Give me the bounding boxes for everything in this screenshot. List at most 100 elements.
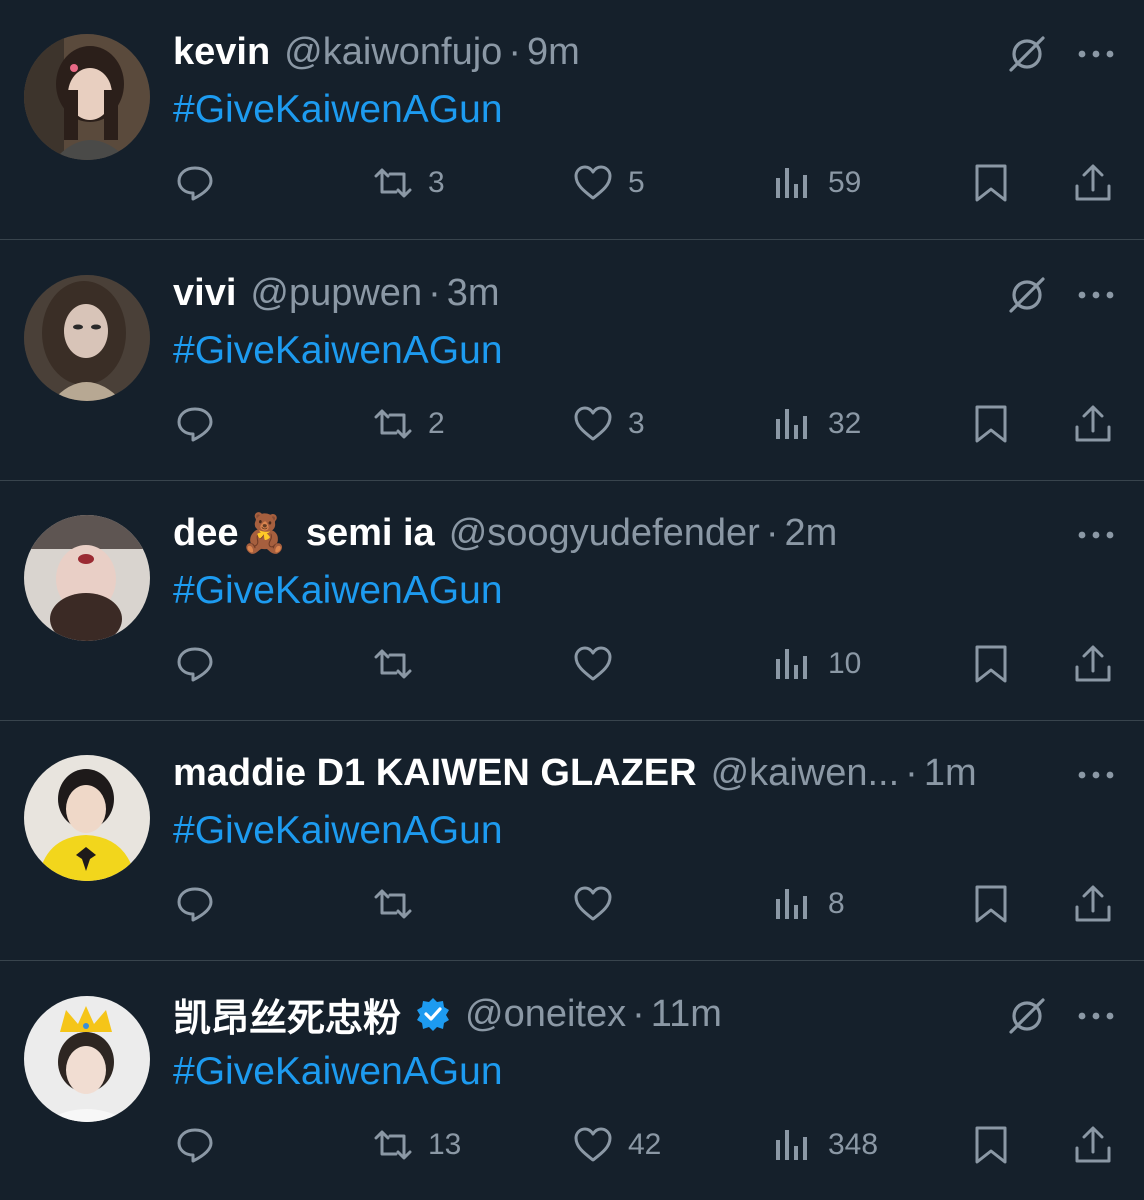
reply-button[interactable] [174,401,216,447]
bookmark-button[interactable] [970,881,1012,927]
tweet-text-hashtag[interactable]: #GiveKaiwenAGun [173,1050,503,1094]
mute-icon[interactable] [1006,274,1048,316]
timestamp[interactable]: 3m [447,272,500,315]
reply-button[interactable] [174,1122,216,1168]
avatar[interactable] [24,996,150,1122]
tweet-header: maddie D1 KAIWEN GLAZER @kaiwen... · 1m [173,751,977,795]
like-button[interactable]: 3 [572,401,645,447]
display-name-suffix[interactable]: semi ia [306,512,435,555]
reply-icon [177,166,213,201]
heart-icon [574,886,612,921]
like-button[interactable]: 5 [572,160,645,206]
avatar-image [24,755,150,881]
tweet-header: 凯昂丝死忠粉 @oneitex · 11m [173,992,722,1040]
user-handle[interactable]: @kaiwonfujo [284,31,502,74]
retweet-icon [374,889,412,919]
tweet-0[interactable]: kevin @kaiwonfujo · 9m #GiveKaiwenAGun 3… [0,0,1144,240]
view-count: 59 [828,166,862,199]
display-name[interactable]: vivi [173,272,236,315]
views-button[interactable]: 10 [772,641,861,687]
reply-button[interactable] [174,641,216,687]
reply-button[interactable] [174,160,216,206]
retweet-button[interactable] [372,881,428,927]
avatar-image [24,34,150,160]
bookmark-icon [975,1126,1007,1164]
like-button[interactable] [572,641,628,687]
analytics-icon [776,409,807,439]
display-name[interactable]: 凯昂丝死忠粉 [173,987,401,1042]
display-name[interactable]: dee [173,512,238,555]
retweet-count: 13 [428,1128,462,1161]
retweet-count: 3 [428,166,445,199]
reply-button[interactable] [174,881,216,927]
timestamp[interactable]: 11m [651,993,722,1036]
like-button[interactable]: 42 [572,1122,661,1168]
tweet-actions: 10 [0,641,1144,687]
tweet-1[interactable]: vivi @pupwen · 3m #GiveKaiwenAGun 2 3 32 [0,241,1144,481]
tweet-actions: 13 42 348 [0,1122,1144,1168]
avatar[interactable] [24,275,150,401]
user-handle[interactable]: @soogyudefender [449,512,760,555]
mute-icon[interactable] [1006,33,1048,75]
share-button[interactable] [1072,1122,1114,1168]
tweet-header: kevin @kaiwonfujo · 9m [173,30,580,74]
tweet-text-hashtag[interactable]: #GiveKaiwenAGun [173,809,503,853]
share-button[interactable] [1072,881,1114,927]
tweet-header: dee 🧸 semi ia @soogyudefender · 2m [173,511,837,555]
retweet-button[interactable] [372,641,428,687]
display-name[interactable]: kevin [173,31,270,74]
tweet-text-hashtag[interactable]: #GiveKaiwenAGun [173,88,503,132]
timestamp[interactable]: 9m [527,31,580,74]
user-handle[interactable]: @oneitex [465,993,626,1036]
retweet-icon [374,1130,412,1160]
mute-icon[interactable] [1006,995,1048,1037]
tweet-2[interactable]: dee 🧸 semi ia @soogyudefender · 2m #Give… [0,481,1144,721]
bookmark-button[interactable] [970,1122,1012,1168]
retweet-count: 2 [428,407,445,440]
analytics-icon [776,1130,807,1160]
share-button[interactable] [1072,641,1114,687]
bookmark-button[interactable] [970,160,1012,206]
more-options-icon[interactable] [1075,995,1117,1037]
separator-dot: · [508,30,521,73]
timestamp[interactable]: 2m [784,512,837,555]
like-button[interactable] [572,881,628,927]
like-count: 3 [628,407,645,440]
share-button[interactable] [1072,401,1114,447]
avatar-image [24,515,150,641]
views-button[interactable]: 32 [772,401,861,447]
more-options-icon[interactable] [1075,514,1117,556]
verified-badge-icon [415,996,451,1032]
timestamp[interactable]: 1m [924,752,977,795]
more-options-icon[interactable] [1075,274,1117,316]
views-button[interactable]: 348 [772,1122,878,1168]
tweet-text-hashtag[interactable]: #GiveKaiwenAGun [173,329,503,373]
views-button[interactable]: 59 [772,160,861,206]
bookmark-icon [975,885,1007,923]
retweet-button[interactable]: 2 [372,401,445,447]
avatar-image [24,275,150,401]
share-icon [1075,164,1111,201]
user-handle[interactable]: @pupwen [250,272,422,315]
retweet-icon [374,409,412,439]
tweet-header: vivi @pupwen · 3m [173,271,500,315]
avatar[interactable] [24,755,150,881]
views-button[interactable]: 8 [772,881,845,927]
reply-icon [177,647,213,682]
avatar[interactable] [24,34,150,160]
retweet-button[interactable]: 13 [372,1122,461,1168]
tweet-4[interactable]: 凯昂丝死忠粉 @oneitex · 11m #GiveKaiwenAGun 13 [0,962,1144,1200]
user-handle[interactable]: @kaiwen... [711,752,900,795]
bookmark-button[interactable] [970,401,1012,447]
tweet-text-hashtag[interactable]: #GiveKaiwenAGun [173,569,503,613]
tweet-3[interactable]: maddie D1 KAIWEN GLAZER @kaiwen... · 1m … [0,721,1144,961]
avatar[interactable] [24,515,150,641]
retweet-button[interactable]: 3 [372,160,445,206]
bookmark-button[interactable] [970,641,1012,687]
share-button[interactable] [1072,160,1114,206]
display-name[interactable]: maddie D1 KAIWEN GLAZER [173,752,697,795]
more-options-icon[interactable] [1075,33,1117,75]
share-icon [1075,1126,1111,1163]
reply-icon [177,1128,213,1163]
more-options-icon[interactable] [1075,754,1117,796]
